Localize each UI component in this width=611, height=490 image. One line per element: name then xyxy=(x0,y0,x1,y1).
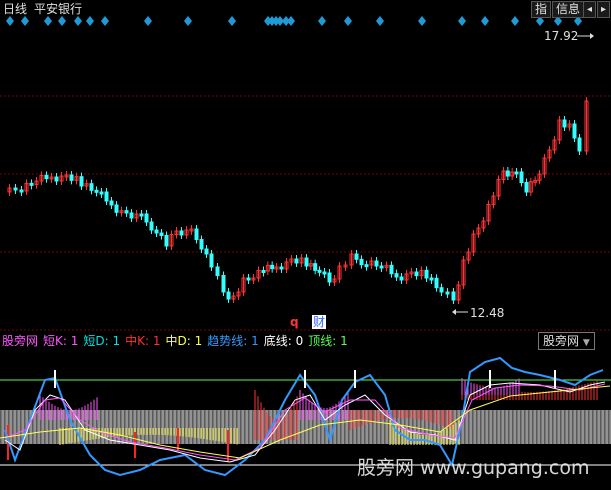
high-arrow xyxy=(577,33,594,39)
high-price-label: 17.92 xyxy=(544,29,579,43)
marker-q: q xyxy=(290,315,299,329)
legend-top: 顶线: 1 xyxy=(308,334,348,348)
legend-mid-d: 中D: 1 xyxy=(165,334,203,348)
signal-diamonds xyxy=(6,16,582,26)
candlestick-series xyxy=(7,97,589,304)
indicator-select-button[interactable]: 股旁网 ▼ xyxy=(538,332,595,350)
low-price-label: 12.48 xyxy=(470,306,505,320)
stock-name: 平安银行 xyxy=(34,2,83,16)
marker-cai[interactable]: 财 xyxy=(312,315,327,329)
legend-short-k: 短K: 1 xyxy=(43,334,79,348)
legend-short-d: 短D: 1 xyxy=(83,334,121,348)
prev-button[interactable]: ◂ xyxy=(583,1,597,18)
indicator-button[interactable]: 指 xyxy=(531,1,552,18)
indicator-name[interactable]: 股旁网 xyxy=(2,333,38,349)
period-label[interactable]: 日线 xyxy=(3,2,27,16)
price-grid xyxy=(0,95,611,331)
legend-bottom: 底线: 0 xyxy=(263,334,304,348)
indicator-select-label: 股旁网 xyxy=(543,334,580,348)
next-button[interactable]: ▸ xyxy=(597,1,611,18)
watermark: 股旁网 www.gupang.com xyxy=(357,457,590,479)
legend-trend: 趋势线: 1 xyxy=(207,334,259,348)
indicator-legend: 股旁网 短K: 1 短D: 1 中K: 1 中D: 1 趋势线: 1 底线: 0… xyxy=(2,333,348,349)
legend-mid-k: 中K: 1 xyxy=(125,334,161,348)
low-arrow xyxy=(452,309,468,315)
chevron-down-icon: ▼ xyxy=(582,338,590,348)
info-button[interactable]: 信息 xyxy=(552,1,585,18)
chart-canvas[interactable] xyxy=(0,0,611,490)
